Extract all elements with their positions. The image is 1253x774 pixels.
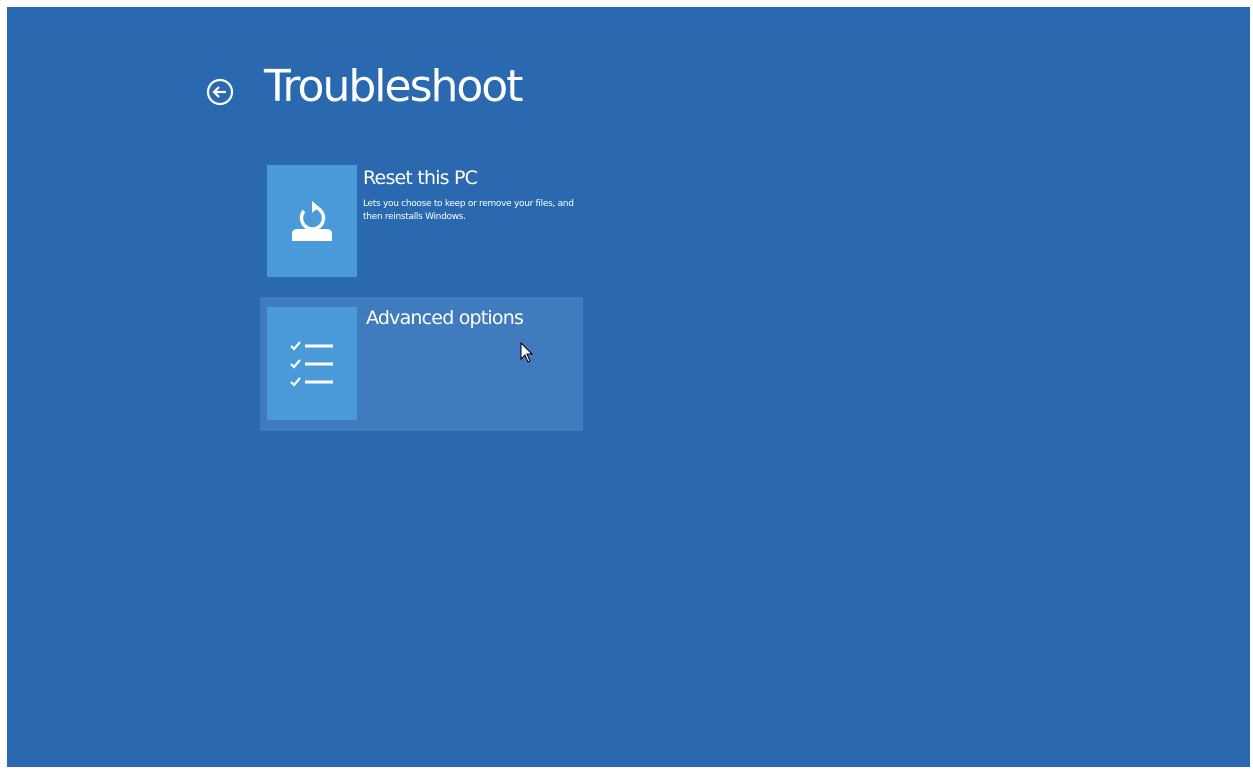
reset-this-pc-description: Lets you choose to keep or remove your f… xyxy=(363,199,574,222)
advanced-options-icon-tile xyxy=(267,307,357,420)
reset-pc-icon xyxy=(292,201,332,241)
back-arrow-circle-icon xyxy=(206,78,234,106)
reset-this-pc-title: Reset this PC xyxy=(363,167,478,189)
reset-pc-icon-tile xyxy=(267,165,357,277)
recovery-screen: Troubleshoot Reset this PC Lets you choo… xyxy=(7,7,1250,767)
back-button[interactable] xyxy=(203,75,237,109)
page-title: Troubleshoot xyxy=(264,61,523,112)
advanced-options-option[interactable]: Advanced options xyxy=(260,297,583,431)
advanced-options-title: Advanced options xyxy=(366,307,524,329)
reset-this-pc-option[interactable]: Reset this PC Lets you choose to keep or… xyxy=(267,162,587,279)
checklist-icon xyxy=(290,340,333,387)
